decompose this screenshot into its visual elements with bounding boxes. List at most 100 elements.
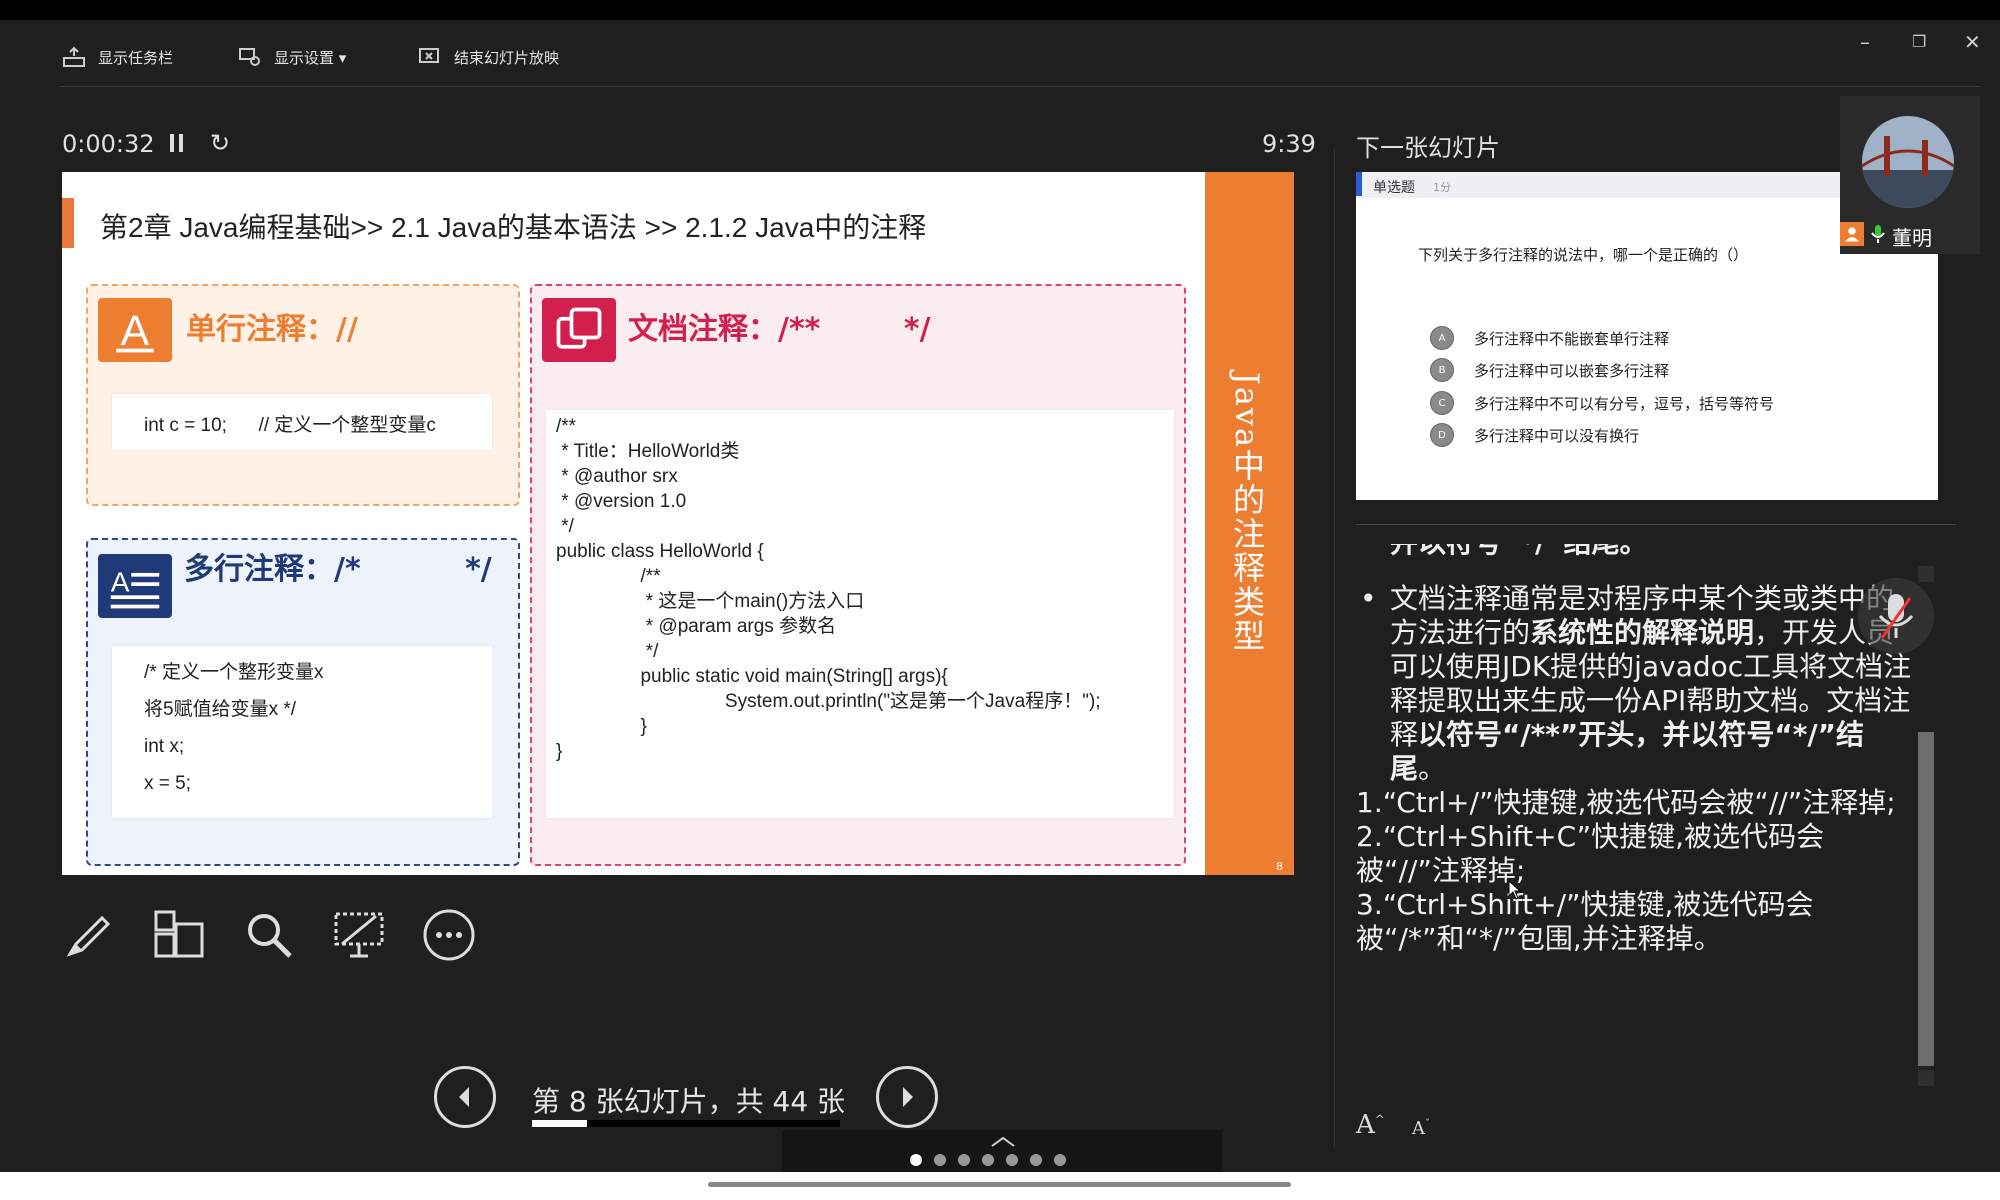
panel-divider	[1334, 148, 1335, 1148]
show-taskbar-label: 显示任务栏	[98, 48, 174, 67]
close-button[interactable]: ✕	[1964, 30, 1981, 54]
question-option: D 多行注释中可以没有换行	[1430, 423, 1639, 447]
title-accent-bar	[62, 198, 74, 248]
slide-title: 第2章 Java编程基础>> 2.1 Java的基本语法 >> 2.1.2 Ja…	[100, 212, 927, 243]
option-letter: C	[1430, 391, 1454, 415]
option-text: 多行注释中不能嵌套单行注释	[1474, 329, 1670, 348]
notes-bold: 以符号“/**”开头，并以符号“*/”结尾	[1390, 718, 1865, 785]
question-accent	[1356, 172, 1362, 196]
zoom-search-icon[interactable]	[242, 908, 296, 962]
more-options-icon[interactable]	[422, 908, 476, 962]
chevron-right-icon	[903, 1087, 913, 1107]
code-line: */	[556, 516, 574, 537]
all-slides-icon[interactable]	[152, 908, 206, 962]
decrease-font-label: A	[1412, 1118, 1425, 1139]
option-letter: A	[1430, 326, 1454, 350]
chevron-up-icon[interactable]	[990, 1136, 1016, 1148]
copy-icon	[542, 298, 616, 362]
mic-active-icon	[1871, 225, 1885, 243]
question-type: 单选题	[1373, 180, 1415, 196]
end-slideshow-button[interactable]: 结束幻灯片放映	[418, 46, 559, 68]
black-screen-icon[interactable]	[332, 908, 386, 962]
presenter-view: 显示任务栏 显示设置 ▾ 结束幻灯片放映 – ❐ ✕ 0:00:32 ↻ 9:3…	[0, 20, 2000, 1172]
question-score: 1分	[1433, 181, 1451, 194]
muted-mic-icon[interactable]	[1858, 578, 1934, 654]
notes-text: 。	[1418, 752, 1447, 785]
page-dot[interactable]	[910, 1154, 922, 1166]
slide-number: 8	[1276, 860, 1283, 873]
code-line: * 这是一个main()方法入口	[556, 591, 865, 612]
chevron-left-icon	[459, 1087, 469, 1107]
multi-line-heading: 多行注释：/* */	[184, 552, 492, 587]
code-line: int x;	[144, 736, 185, 757]
page-dot[interactable]	[1054, 1154, 1066, 1166]
svg-text:A: A	[111, 567, 130, 598]
slide-counter: 第 8 张幻灯片，共 44 张	[532, 1085, 846, 1118]
svg-text:A: A	[121, 307, 150, 355]
option-text: 多行注释中可以没有换行	[1474, 426, 1640, 445]
option-text: 多行注释中不可以有分号，逗号，括号等符号	[1474, 394, 1775, 413]
letter-a-icon: A	[98, 298, 172, 362]
next-slide-label: 下一张幻灯片	[1356, 134, 1500, 162]
notes-scrollbar-thumb[interactable]	[1918, 732, 1934, 1066]
page-dot[interactable]	[1006, 1154, 1018, 1166]
current-slide: 第2章 Java编程基础>> 2.1 Java的基本语法 >> 2.1.2 Ja…	[62, 172, 1294, 875]
restore-button[interactable]: ❐	[1912, 32, 1926, 51]
code-line: 将5赋值给变量x */	[144, 699, 297, 720]
doc-comment-code: /** * Title：HelloWorld类 * @author srx * …	[546, 410, 1174, 818]
multi-line-code: /* 定义一个整形变量x 将5赋值给变量x */ int x; x = 5;	[112, 646, 492, 818]
notes-bullet: 文档注释通常是对程序中某个类或类中的方法进行的系统性的解释说明，开发人员可以使用…	[1356, 582, 1916, 786]
reset-timer-icon[interactable]: ↻	[210, 131, 230, 155]
user-icon	[1840, 222, 1864, 246]
end-slideshow-label: 结束幻灯片放映	[454, 48, 560, 67]
increase-font-button[interactable]: A^	[1356, 1110, 1385, 1140]
slide-progress-fill	[532, 1120, 588, 1127]
notes-bold: 系统性的解释说明	[1530, 616, 1755, 649]
code-line: System.out.println("这是第一个Java程序！");	[556, 691, 1101, 712]
option-text: 多行注释中可以嵌套多行注释	[1474, 361, 1670, 380]
code-line: }	[556, 716, 647, 737]
display-settings-button[interactable]: 显示设置 ▾	[238, 46, 346, 68]
next-slide-button[interactable]	[876, 1066, 938, 1128]
end-slideshow-icon	[419, 48, 439, 63]
notes-shortcut-3: 3.“Ctrl+Shift+/”快捷键,被选代码会被“/*”和“*/”包围,并注…	[1356, 888, 1814, 955]
toolbar-divider	[60, 86, 1980, 87]
code-line: * @param args 参数名	[556, 616, 837, 637]
mouse-cursor-icon	[1508, 880, 1522, 900]
home-indicator[interactable]	[708, 1182, 1291, 1187]
notes-divider	[1356, 524, 1956, 525]
display-settings-icon	[239, 48, 260, 66]
single-line-code: int c = 10; // 定义一个整型变量c	[112, 394, 492, 450]
code-line: */	[556, 641, 659, 662]
top-toolbar: 显示任务栏 显示设置 ▾ 结束幻灯片放映 – ❐ ✕	[0, 20, 2000, 86]
current-time: 9:39	[1262, 130, 1316, 158]
page-dot[interactable]	[1030, 1154, 1042, 1166]
increase-font-label: A	[1356, 1110, 1375, 1140]
show-taskbar-button[interactable]: 显示任务栏	[62, 46, 173, 68]
pause-icon[interactable]	[168, 132, 186, 154]
participant-name: 董明	[1892, 226, 1932, 250]
option-letter: B	[1430, 358, 1454, 382]
notes-shortcut-1: 1.“Ctrl+/”快捷键,被选代码会被“//”注释掉;	[1356, 786, 1896, 819]
code-line: * @author srx	[556, 466, 678, 487]
elapsed-timer: 0:00:32	[62, 130, 155, 158]
display-settings-label: 显示设置 ▾	[274, 48, 347, 67]
scroll-down-button[interactable]	[1918, 1070, 1934, 1086]
minimize-button[interactable]: –	[1860, 30, 1870, 54]
option-letter: D	[1430, 423, 1454, 447]
decrease-font-button[interactable]: Aˇ	[1412, 1118, 1430, 1139]
pen-tool-icon[interactable]	[62, 908, 116, 962]
page-dot[interactable]	[982, 1154, 994, 1166]
taskbar-icon	[63, 46, 85, 67]
code-line: x = 5;	[144, 773, 191, 794]
code-line: public class HelloWorld {	[556, 541, 764, 562]
speaker-notes[interactable]: 并以符号“*/”结尾。 文档注释通常是对程序中某个类或类中的方法进行的系统性的解…	[1356, 544, 1916, 1092]
participant-avatar	[1862, 116, 1954, 208]
question-option: C 多行注释中不可以有分号，逗号，括号等符号	[1430, 391, 1774, 415]
page-dot[interactable]	[934, 1154, 946, 1166]
previous-slide-button[interactable]	[434, 1066, 496, 1128]
code-line: public static void main(String[] args){	[556, 666, 948, 687]
page-dot[interactable]	[958, 1154, 970, 1166]
code-line: /**	[556, 566, 661, 587]
notes-cut-line: 并以符号“*/”结尾。	[1390, 544, 1648, 560]
